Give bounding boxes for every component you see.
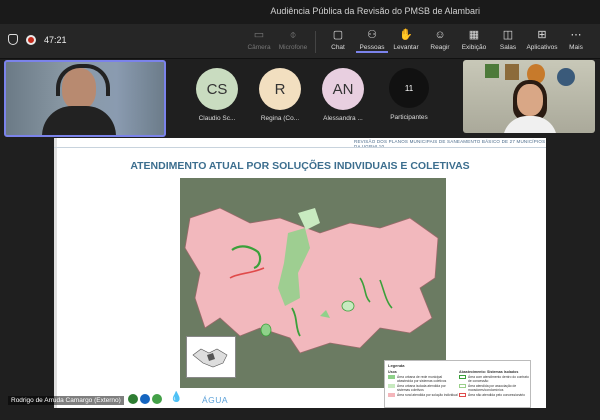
- wall-picture: [505, 64, 519, 80]
- locator-minimap: [186, 336, 236, 378]
- view-icon: ▦: [468, 29, 480, 41]
- slide-divider: [54, 147, 546, 148]
- legend-left-header: Usos: [388, 370, 397, 374]
- participants-label: Participantes: [390, 114, 428, 121]
- slide-section-label: ÁGUA: [202, 395, 229, 405]
- slide-title: ATENDIMENTO ATUAL POR SOLUÇÕES INDIVIDUA…: [130, 160, 470, 172]
- people-icon: ⚇: [367, 29, 377, 41]
- meeting-timer: 47:21: [44, 34, 67, 45]
- title-bar: Audiência Pública da Revisão do PMSB de …: [0, 0, 600, 24]
- participant-tile[interactable]: AN Alessandra ...: [313, 68, 373, 122]
- apps-button[interactable]: ⊞ Aplicativos: [526, 27, 558, 53]
- legend-swatch: [459, 393, 466, 397]
- microphone-icon: ⌽: [289, 29, 297, 41]
- microphone-button[interactable]: ⌽ Microfone: [277, 27, 309, 53]
- participant-name: Claudio Sc...: [198, 115, 236, 122]
- video-tile-active-speaker[interactable]: [4, 60, 166, 137]
- participant-tile[interactable]: R Regina (Co...: [250, 68, 310, 122]
- people-button[interactable]: ⚇ Pessoas: [356, 27, 388, 53]
- toolbar-divider: [315, 31, 316, 53]
- legend-item: Área rural atendida por solução individu…: [388, 393, 458, 397]
- legend-item: Área não atendida pelo concessionário: [459, 393, 529, 397]
- logo-icon: [128, 394, 138, 404]
- video-tile-participant[interactable]: [463, 60, 595, 133]
- more-button[interactable]: ⋯ Mais: [560, 27, 592, 53]
- legend-item: Área urbana isolada atendida por sistema…: [388, 384, 458, 392]
- participants-overflow-button[interactable]: 11 Participantes: [385, 68, 433, 121]
- logo-icon: [140, 394, 150, 404]
- rooms-icon: ◫: [502, 29, 514, 41]
- legend-item: Área urbana de rede municipal abastecida…: [388, 375, 458, 383]
- react-button[interactable]: ☺ Reagir: [424, 27, 456, 53]
- raise-hand-button[interactable]: ✋ Levantar: [390, 27, 422, 53]
- speaker-name-tag: Rodrigo de Arruda Camargo (Externo): [8, 396, 124, 405]
- apps-icon: ⊞: [537, 29, 547, 41]
- speaker-name: Rodrigo de Arruda Camargo (Externo): [11, 397, 121, 404]
- react-icon: ☺: [434, 29, 446, 41]
- chat-icon: ▢: [332, 29, 344, 41]
- camera-icon: ▭: [253, 29, 265, 41]
- legend-swatch: [388, 384, 395, 388]
- participant-name: Regina (Co...: [260, 115, 300, 122]
- slide-edge: [54, 138, 57, 408]
- legend-swatch: [459, 375, 466, 379]
- rooms-button[interactable]: ◫ Salas: [492, 27, 524, 53]
- participant-tile[interactable]: CS Claudio Sc...: [187, 68, 247, 122]
- recording-icon: [26, 34, 36, 45]
- logo-icon: [152, 394, 162, 404]
- map-legend: Legenda Usos Área urbana de rede municip…: [384, 360, 531, 408]
- meeting-toolbar: 47:21 ▭ Câmera ⌽ Microfone ▢ Chat ⚇ Pess…: [0, 24, 600, 59]
- avatar: R: [259, 68, 301, 110]
- avatar: CS: [196, 68, 238, 110]
- legend-title: Legenda: [388, 363, 405, 368]
- raise-hand-icon: ✋: [399, 29, 413, 41]
- avatar: AN: [322, 68, 364, 110]
- wall-picture: [557, 68, 575, 86]
- window-title: Audiência Pública da Revisão do PMSB de …: [270, 6, 480, 16]
- legend-item: Área atendida por associação de moradore…: [459, 384, 529, 392]
- camera-button[interactable]: ▭ Câmera: [243, 27, 275, 53]
- participant-face: [517, 84, 543, 116]
- chat-button[interactable]: ▢ Chat: [322, 27, 354, 53]
- view-button[interactable]: ▦ Exibição: [458, 27, 490, 53]
- wall-picture: [485, 64, 499, 78]
- participant-name: Alessandra ...: [323, 115, 363, 122]
- participant-shirt: [42, 106, 116, 135]
- participant-shirt: [503, 116, 557, 133]
- legend-swatch: [459, 384, 466, 388]
- shield-icon[interactable]: [8, 34, 18, 45]
- shared-screen-slide: REVISÃO DOS PLANOS MUNICIPAIS DE SANEAME…: [54, 138, 546, 408]
- headset-shape: [56, 64, 110, 96]
- legend-swatch: [388, 375, 395, 379]
- legend-item: Área com atendimento dentro do contrato …: [459, 375, 529, 383]
- participants-count: 11: [389, 68, 429, 108]
- water-drop-icon: 💧: [170, 392, 183, 403]
- legend-swatch: [388, 393, 395, 397]
- slide-logos: [128, 394, 162, 404]
- more-icon: ⋯: [570, 29, 582, 41]
- legend-right-header: Abastecimento: Sistemas Isolados: [459, 370, 519, 374]
